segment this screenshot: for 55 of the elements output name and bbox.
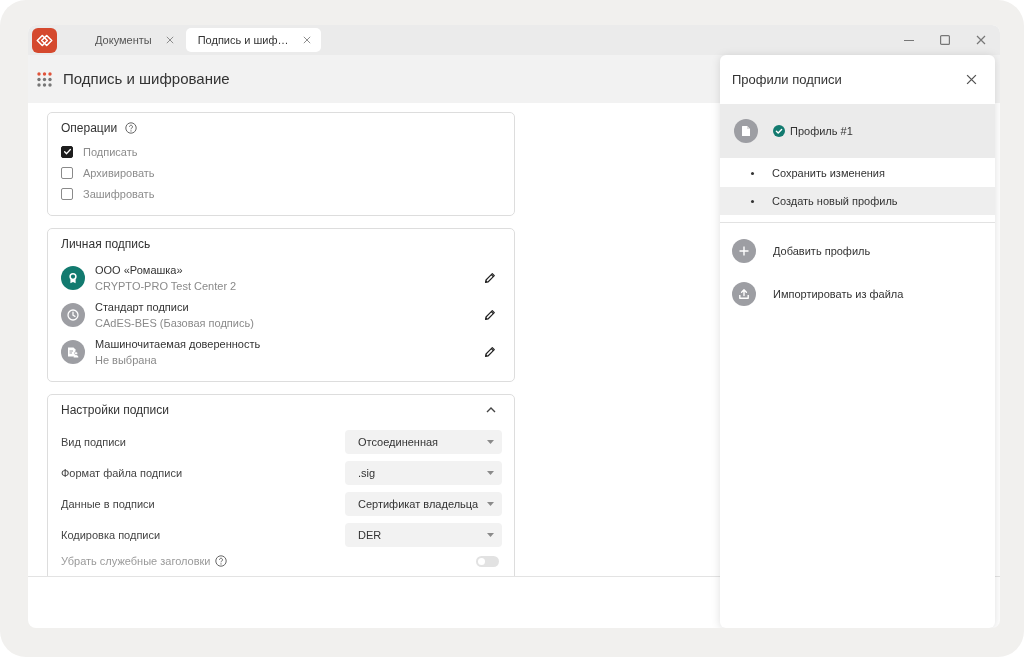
checkbox-label: Зашифровать (83, 186, 155, 201)
help-icon[interactable] (215, 555, 228, 567)
item-title: ООО «Ромашка» (95, 262, 184, 278)
page-title: Подпись и шифрование (63, 70, 230, 88)
field-label: Кодировка подписи (61, 527, 161, 542)
chevron-up-icon[interactable] (486, 406, 496, 414)
section-title: Настройки подписи (61, 403, 169, 417)
checkbox[interactable] (61, 187, 73, 200)
check-icon (62, 147, 72, 156)
checkbox-label: Подписать (83, 144, 138, 159)
dropdown[interactable]: Отсоединенная (345, 429, 502, 454)
menu-item[interactable]: Сохранить изменения (720, 159, 995, 187)
pencil-icon[interactable] (484, 345, 496, 358)
item-subtitle: Не выбрана (95, 352, 158, 368)
dropdown[interactable]: Сертификат владельца (345, 491, 502, 516)
field-label: Данные в подписи (61, 496, 155, 511)
profile-item[interactable]: Профиль #1 (720, 104, 995, 158)
toggle-label: Убрать служебные заголовки (61, 554, 211, 568)
logo-icon (32, 27, 57, 53)
section-title: Операции (61, 121, 118, 135)
tab[interactable]: Подпись и шиф… (185, 28, 321, 52)
dropdown[interactable]: .sig (345, 460, 502, 485)
item-title: Стандарт подписи (95, 299, 190, 315)
upload-icon (732, 281, 756, 306)
menu-item[interactable]: Создать новый профиль (720, 187, 995, 215)
item-subtitle: CAdES-BES (Базовая подпись) (95, 315, 254, 331)
bullet-icon (751, 199, 754, 203)
item-subtitle: CRYPTO-PRO Test Center 2 (95, 278, 237, 294)
close-icon[interactable] (302, 36, 311, 44)
checkbox-label: Архивировать (83, 165, 155, 180)
apps-grid-icon[interactable] (37, 71, 52, 87)
action-item[interactable]: Добавить профиль (732, 229, 995, 272)
caret-down-icon (487, 439, 494, 444)
section-title: Личная подпись (61, 237, 151, 251)
caret-down-icon (487, 501, 494, 506)
checkbox[interactable] (61, 166, 73, 179)
plus-icon (732, 238, 756, 263)
document-icon (734, 119, 758, 143)
action-item[interactable]: Импортировать из файла (732, 272, 995, 315)
pencil-icon[interactable] (484, 308, 496, 321)
panel-title: Профили подписи (732, 71, 842, 88)
caret-down-icon (487, 470, 494, 475)
tab[interactable]: Документы (83, 28, 184, 52)
dropdown[interactable]: DER (345, 522, 502, 547)
field-label: Вид подписи (61, 434, 126, 449)
bullet-icon (751, 171, 754, 175)
caret-down-icon (487, 532, 494, 537)
item-title: Машиночитаемая доверенность (95, 336, 261, 352)
maximize-icon[interactable] (940, 35, 950, 45)
close-icon[interactable] (976, 35, 986, 45)
checkbox[interactable] (61, 145, 73, 158)
pencil-icon[interactable] (484, 271, 496, 284)
close-icon[interactable] (966, 74, 977, 85)
field-label: Формат файла подписи (61, 465, 183, 480)
help-icon[interactable] (125, 122, 138, 134)
